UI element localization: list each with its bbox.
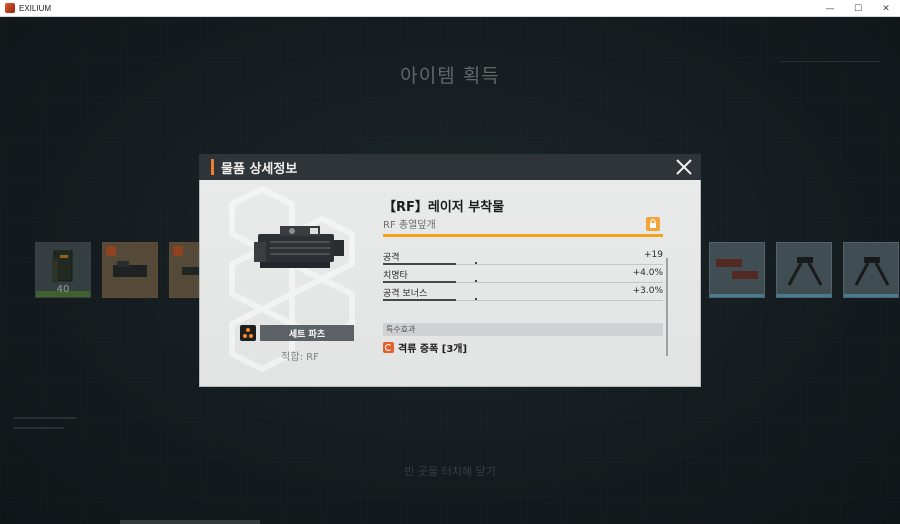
compatibility-text: 적합: RF [281, 352, 319, 363]
stat-name: 공격 [383, 253, 400, 263]
lock-button[interactable] [646, 217, 660, 231]
set-parts-label[interactable]: 세트 파츠 [260, 325, 354, 341]
special-effect-header: 특수효과 [383, 323, 663, 336]
close-icon [676, 159, 692, 175]
stat-bar [383, 299, 456, 301]
special-effect-row[interactable]: 격류 증폭 [3개] [383, 340, 467, 355]
modal-header: 물품 상세정보 [199, 154, 701, 180]
special-effect-icon [383, 342, 394, 353]
stat-row-attack-bonus: 공격 보너스 +3.0% [383, 283, 663, 301]
window-title: EXILIUM [19, 3, 52, 13]
minimize-button[interactable]: — [816, 0, 844, 17]
special-effect-label: 격류 증폭 [3개] [398, 344, 468, 355]
modal-body: 세트 파츠 적합: RF 【RF】레이저 부착물 RF 총열덮개 공격 +19 [199, 180, 701, 387]
modal-title: 물품 상세정보 [221, 161, 298, 177]
header-accent-bar [211, 159, 214, 175]
stat-row-crit: 치명타 +4.0% [383, 265, 663, 283]
maximize-button[interactable]: ☐ [844, 0, 872, 17]
close-button[interactable] [673, 156, 695, 178]
rarity-bar [383, 234, 663, 237]
scrollbar[interactable] [666, 258, 668, 356]
window-controls: — ☐ ✕ [816, 0, 900, 17]
item-detail-modal: 물품 상세정보 세트 파츠 적합: RF 【RF】레이저 부착물 RF 총열덮개… [199, 154, 701, 387]
stat-value: +19 [644, 250, 663, 260]
app-icon [5, 3, 15, 13]
stat-value: +3.0% [632, 286, 663, 296]
item-type: RF 총열덮개 [383, 220, 436, 231]
window-titlebar: EXILIUM — ☐ ✕ [0, 0, 900, 17]
game-scene[interactable]: 아이템 획득 40 빈 곳을 터치해 닫기 물품 상세정보 세트 파츠 적합: … [0, 17, 900, 524]
stat-name: 치명타 [383, 271, 408, 281]
set-parts-row: 세트 파츠 [240, 325, 354, 341]
stat-row-attack: 공격 +19 [383, 247, 663, 265]
lock-icon [650, 219, 656, 228]
laser-attachment-image [254, 226, 344, 268]
set-parts-icon [240, 325, 256, 341]
stat-name: 공격 보너스 [383, 289, 428, 299]
stat-value: +4.0% [632, 268, 663, 278]
window-close-button[interactable]: ✕ [872, 0, 900, 17]
item-name: 【RF】레이저 부착물 [383, 200, 505, 215]
